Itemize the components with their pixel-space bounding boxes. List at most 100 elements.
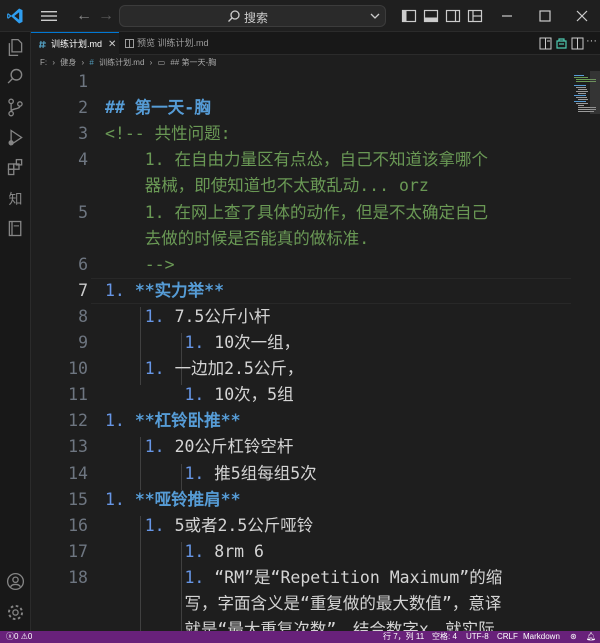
extension-action-icon[interactable] — [555, 37, 568, 50]
code-line[interactable]: 9 1. 10次一组， — [31, 330, 571, 356]
vscode-logo-icon[interactable] — [6, 7, 24, 25]
book-extension-icon[interactable] — [5, 218, 26, 239]
zhi-extension-icon[interactable]: 知 — [5, 188, 26, 209]
menu-icon[interactable] — [40, 8, 58, 24]
code-line[interactable]: 2 ## 第一天-胸 — [31, 95, 571, 121]
minimize-icon[interactable] — [497, 6, 517, 26]
code-line[interactable]: 15 1. **哑铃推肩** — [31, 487, 571, 513]
code-token: 1. — [144, 306, 175, 326]
code-token: 1. — [144, 515, 175, 535]
more-actions-icon[interactable]: ··· — [586, 36, 599, 50]
encoding[interactable]: UTF-8 — [466, 631, 489, 643]
code-line[interactable]: 6 --> — [31, 252, 571, 278]
code-token: ## 第一天-胸 — [105, 98, 211, 118]
language-mode[interactable]: Markdown — [523, 631, 560, 643]
code-line[interactable]: 10 1. 一边加2.5公斤， — [31, 356, 571, 382]
end-of-line[interactable]: CRLF — [497, 631, 518, 643]
code-line[interactable]: 13 1. 20公斤杠铃空杆 — [31, 434, 571, 460]
line-content: 1. 一边加2.5公斤， — [105, 356, 304, 382]
maximize-icon[interactable] — [535, 6, 555, 26]
account-icon[interactable] — [5, 571, 26, 592]
code-line[interactable]: 14 1. 推5组每组5次 — [31, 461, 571, 487]
notifications-bell-icon[interactable]: 🔔︎ — [586, 631, 596, 643]
code-line[interactable]: 12 1. **杠铃卧推** — [31, 408, 571, 434]
breadcrumb-drive[interactable]: F: — [40, 58, 47, 67]
code-token: 推5组每组5次 — [214, 463, 317, 483]
toggle-secondary-sidebar-icon[interactable] — [445, 8, 461, 24]
error-count: 0 — [14, 632, 19, 641]
line-number: 1 — [78, 72, 88, 91]
code-line[interactable]: 1 — [31, 71, 571, 95]
code-token: 1. — [184, 333, 215, 352]
tab-preview-training-plan[interactable]: 预览 训练计划.md — [119, 32, 229, 55]
open-preview-to-side-icon[interactable] — [539, 37, 552, 50]
toggle-panel-icon[interactable] — [423, 8, 439, 24]
code-line[interactable]: 3 <!-- 共性问题: — [31, 121, 571, 147]
vertical-scrollbar[interactable] — [590, 71, 600, 114]
code-line[interactable]: 5 1. 在网上查了具体的动作，但是不太确定自己 — [31, 200, 571, 226]
run-and-debug-icon[interactable] — [5, 127, 26, 148]
line-number: 12 — [68, 411, 88, 431]
code-line[interactable]: 8 1. 7.5公斤小杆 — [31, 304, 571, 330]
code-token: 1. 在网上查了具体的动作，但是不太确定自己 — [105, 202, 489, 222]
line-number: 3 — [78, 124, 88, 144]
editor-tabs: 训练计划.md ✕ 预览 训练计划.md ··· — [31, 32, 600, 55]
code-line[interactable]: 18 1. “RM”是“Repetition Maximum”的缩 — [31, 565, 571, 591]
breadcrumb-file[interactable]: 训练计划.md — [99, 58, 144, 67]
line-number: 10 — [68, 359, 88, 379]
code-line[interactable]: 写，字面含义是“重复做的最大数值”，意译 — [31, 591, 571, 617]
code-line[interactable]: 4 1. 在自由力量区有点怂，自己不知道该拿哪个 — [31, 147, 571, 173]
code-editor[interactable]: 1 2 ## 第一天-胸 3 <!-- 共性问题: 4 1. 在自由力量区有点怂，自己不知… — [31, 71, 571, 631]
tab-training-plan[interactable]: 训练计划.md ✕ — [31, 32, 119, 55]
explorer-icon[interactable] — [5, 37, 26, 58]
line-content: 1. 推5组每组5次 — [105, 461, 317, 487]
forward-arrow-icon[interactable]: → — [97, 7, 115, 25]
line-content: 1. “RM”是“Repetition Maximum”的缩 — [105, 565, 502, 591]
line-content: 器械，即使知道也不太敢乱动... orz — [105, 173, 429, 199]
code-line[interactable]: 16 1. 5或者2.5公斤哑铃 — [31, 513, 571, 539]
code-line[interactable]: 器械，即使知道也不太敢乱动... orz — [31, 173, 571, 199]
source-control-icon[interactable] — [5, 97, 26, 118]
extensions-icon[interactable] — [5, 157, 26, 178]
line-content: <!-- 共性问题: — [105, 121, 231, 147]
line-content: 1. 7.5公斤小杆 — [105, 304, 271, 330]
code-line[interactable]: 17 1. 8rm 6 — [31, 539, 571, 565]
chevron-down-icon[interactable] — [369, 10, 381, 22]
cursor-position[interactable]: 行 7，列 11 — [383, 631, 424, 643]
line-content: ## 第一天-胸 — [105, 95, 211, 121]
preview-icon — [125, 39, 134, 49]
problems-indicator[interactable]: ⓧ0 ⚠0 — [6, 631, 32, 643]
breadcrumb-folder[interactable]: 健身 — [60, 58, 76, 67]
code-line[interactable]: 就是“最大重复次数”，结合数字x，就实际 — [31, 617, 571, 631]
line-number: 11 — [68, 385, 88, 405]
code-token: 1. — [105, 280, 135, 300]
settings-gear-icon[interactable] — [5, 602, 26, 623]
warning-count: 0 — [27, 632, 33, 641]
code-token: 写，字面含义是“重复做的最大数值”，意译 — [105, 594, 502, 613]
line-number: 18 — [68, 567, 88, 587]
status-bar: ⓧ0 ⚠0 行 7，列 11 空格: 4 UTF-8 CRLF Markdown… — [0, 631, 600, 643]
command-center-search[interactable]: 搜索 — [119, 5, 386, 27]
code-token: **杠铃卧推** — [134, 411, 241, 431]
split-editor-icon[interactable] — [571, 37, 584, 50]
code-line[interactable]: 7 1. **实力举** — [31, 277, 571, 304]
line-content: 1. **实力举** — [105, 278, 224, 304]
line-content: 1. 5或者2.5公斤哑铃 — [105, 513, 314, 539]
search-view-icon[interactable] — [5, 66, 26, 87]
close-tab-icon[interactable]: ✕ — [108, 33, 116, 56]
close-window-icon[interactable] — [572, 6, 592, 26]
customize-layout-icon[interactable] — [467, 8, 483, 24]
back-arrow-icon[interactable]: ← — [75, 7, 93, 25]
minimap[interactable] — [571, 71, 600, 631]
line-content: 就是“最大重复次数”，结合数字x，就实际 — [105, 617, 494, 631]
code-line[interactable]: 11 1. 10次，5组 — [31, 382, 571, 408]
code-token: 1. — [184, 463, 215, 483]
toggle-primary-sidebar-icon[interactable] — [401, 8, 417, 24]
extension-status-icon[interactable]: ⊛ — [570, 631, 577, 643]
code-line[interactable]: 去做的时候是否能真的做标准. — [31, 226, 571, 252]
breadcrumb-symbol[interactable]: ## 第一天-胸 — [170, 58, 216, 67]
code-token: 7.5公斤小杆 — [174, 306, 271, 326]
indentation[interactable]: 空格: 4 — [432, 631, 457, 643]
